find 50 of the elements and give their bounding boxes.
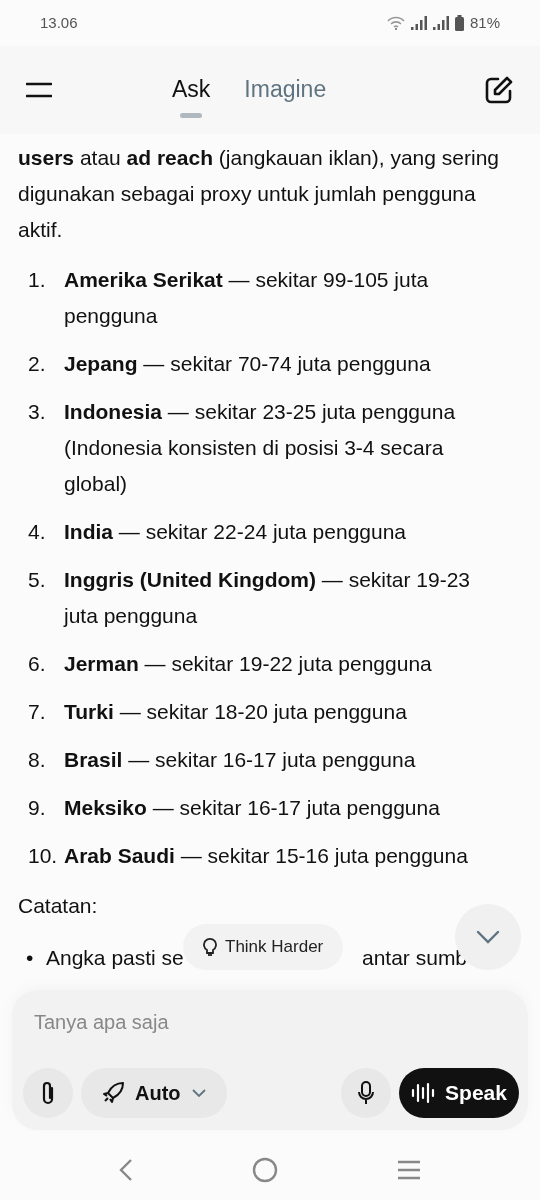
list-item-text: Amerika Serikat — sekitar 99-105 juta pengguna — [64, 267, 430, 329]
rocket-icon — [101, 1081, 125, 1105]
list-number: 7. — [27, 699, 47, 725]
list-number: 10. — [27, 843, 59, 869]
list-number: 4. — [27, 519, 47, 545]
status-time: 13.06 — [40, 12, 78, 33]
signal-icon — [410, 16, 427, 30]
back-icon[interactable] — [119, 1158, 134, 1182]
microphone-icon — [356, 1080, 376, 1106]
wifi-icon — [386, 16, 405, 30]
list-number: 3. — [27, 399, 47, 425]
list-item-text: Jerman — sekitar 19-22 juta pengguna — [64, 651, 433, 677]
think-harder-button[interactable]: Think Harder — [183, 924, 344, 970]
chevron-down-icon — [476, 930, 500, 944]
signal-icon — [432, 16, 449, 30]
list-number: 9. — [27, 795, 47, 821]
tab[interactable]: Imagine — [244, 61, 327, 119]
tab[interactable]: Ask — [172, 61, 211, 119]
menu-icon[interactable] — [26, 82, 52, 98]
paragraph: Angka pasti se — [46, 945, 185, 971]
lightbulb-icon — [203, 937, 217, 957]
attach-button[interactable] — [23, 1068, 73, 1118]
list-number: 8. — [27, 747, 47, 773]
list-number: 1. — [27, 267, 47, 293]
waveform-icon — [411, 1082, 436, 1104]
list-item-text: Inggris (United Kingdom) — sekitar 19-23 juta pengguna — [64, 567, 472, 629]
list-number: 5. — [27, 567, 47, 593]
bullet: • — [26, 945, 35, 971]
mode-dropdown[interactable]: Auto — [81, 1068, 227, 1118]
caret-icon — [190, 1088, 207, 1098]
recents-icon[interactable] — [396, 1160, 421, 1180]
list-item-text: Jepang — sekitar 70-74 juta pengguna — [64, 351, 432, 377]
list-number: 2. — [27, 351, 47, 377]
notes-heading: Catatan: — [18, 893, 99, 919]
list-item-text: India — sekitar 22-24 juta pengguna — [64, 519, 408, 545]
list-item-text: Meksiko — sekitar 16-17 juta pengguna — [64, 795, 441, 821]
microphone-button[interactable] — [341, 1068, 391, 1118]
list-item-text: Brasil — sekitar 16-17 juta pengguna — [64, 747, 417, 773]
battery-icon — [454, 15, 464, 31]
battery-level: 81% — [469, 12, 500, 33]
input-field[interactable]: Tanya apa saja — [34, 1004, 494, 1040]
list-number: 6. — [27, 651, 47, 677]
paragraph: users atau ad reach (jangkauan iklan), yang sering digunakan sebagai proxy untuk jumlah pengguna aktif. — [18, 145, 500, 243]
speak-button[interactable]: Speak — [399, 1068, 519, 1118]
home-icon[interactable] — [252, 1157, 278, 1183]
paperclip-icon — [40, 1080, 56, 1106]
list-item-text: Turki — sekitar 18-20 juta pengguna — [64, 699, 408, 725]
list-item-text: Indonesia — sekitar 23-25 juta pengguna (Indonesia konsisten di posisi 3-4 secara global) — [64, 399, 457, 497]
edit-icon[interactable] — [484, 75, 514, 105]
list-item-text: Arab Saudi — sekitar 15-16 juta pengguna — [64, 843, 469, 869]
